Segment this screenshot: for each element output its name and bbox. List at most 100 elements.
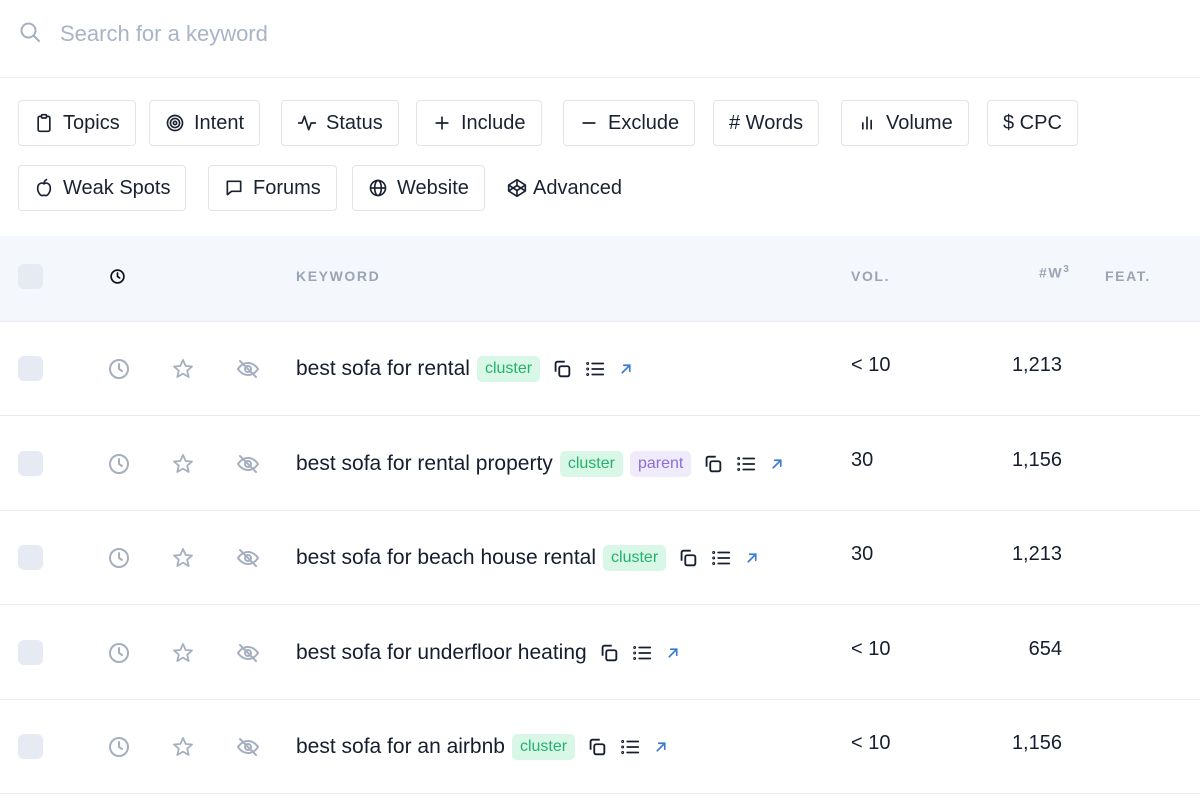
keyword-column-header[interactable]: KEYWORD <box>296 268 380 284</box>
exclude-filter-button[interactable]: Exclude <box>563 100 696 146</box>
cluster-tag[interactable]: cluster <box>511 734 576 760</box>
external-link-icon[interactable] <box>617 360 635 378</box>
list-icon[interactable] <box>631 642 653 664</box>
words-value: 1,213 <box>1011 543 1062 565</box>
clock-icon[interactable] <box>109 268 126 285</box>
list-icon[interactable] <box>710 547 732 569</box>
external-link-icon[interactable] <box>664 644 682 662</box>
words-column-header[interactable]: #W3 <box>1039 264 1070 281</box>
volume-column-header[interactable]: VOL. <box>851 268 890 284</box>
forums-filter-button[interactable]: Forums <box>208 165 337 211</box>
star-icon[interactable] <box>171 546 195 570</box>
cluster-tag[interactable]: cluster <box>603 545 667 571</box>
search-icon <box>20 22 40 42</box>
external-link-icon[interactable] <box>768 455 786 473</box>
volume-filter-label: Volume <box>886 111 953 134</box>
activity-icon <box>297 115 317 131</box>
keyword-cell: best sofa for an airbnb cluster <box>296 728 670 766</box>
keyword-cell: best sofa for underfloor heating <box>296 634 682 672</box>
copy-icon[interactable] <box>702 453 724 475</box>
website-filter-button[interactable]: Website <box>352 165 485 211</box>
status-filter-button[interactable]: Status <box>281 100 399 146</box>
words-value: 654 <box>1028 637 1062 660</box>
keyword-text: best sofa for underfloor heating <box>296 640 587 664</box>
history-clock-icon[interactable] <box>107 735 131 759</box>
star-icon[interactable] <box>171 357 195 381</box>
intent-filter-button[interactable]: Intent <box>149 100 261 146</box>
keyword-text: best sofa for an airbnb <box>296 735 505 758</box>
weak-spots-filter-label: Weak Spots <box>63 176 171 199</box>
target-icon <box>166 114 184 132</box>
keyword-text: best sofa for rental property <box>296 451 553 475</box>
cpc-filter-button[interactable]: $ CPC <box>987 100 1078 146</box>
words-header-sup: 3 <box>1063 264 1071 275</box>
keyword-cell: best sofa for beach house rental cluster <box>296 539 761 577</box>
table-row: best sofa for underfloor heating < 10 65… <box>0 606 1200 700</box>
hide-eye-off-icon[interactable] <box>236 452 260 476</box>
table-header: KEYWORD VOL. #W3 FEAT. <box>0 236 1200 322</box>
include-filter-button[interactable]: Include <box>416 100 542 146</box>
forums-filter-label: Forums <box>253 176 321 199</box>
history-clock-icon[interactable] <box>107 641 131 665</box>
copy-icon[interactable] <box>551 358 573 380</box>
list-icon[interactable] <box>735 453 757 475</box>
exclude-filter-label: Exclude <box>608 111 680 134</box>
apple-icon <box>36 178 52 197</box>
cluster-tag[interactable]: cluster <box>476 356 541 382</box>
advanced-filter-label: Advanced <box>533 176 622 199</box>
search-bar <box>0 0 1200 78</box>
table-row: best sofa for an airbnb cluster < 10 1,1… <box>0 700 1200 794</box>
list-icon[interactable] <box>584 358 606 380</box>
codepen-icon <box>507 178 527 198</box>
parent-tag[interactable]: parent <box>629 450 692 477</box>
copy-icon[interactable] <box>598 642 620 664</box>
volume-value: 30 <box>851 543 874 565</box>
star-icon[interactable] <box>171 641 195 665</box>
row-checkbox[interactable] <box>18 356 43 381</box>
star-icon[interactable] <box>171 735 195 759</box>
keyword-text: best sofa for rental <box>296 357 470 380</box>
words-value: 1,213 <box>1011 354 1062 376</box>
features-column-header[interactable]: FEAT. <box>1105 268 1151 284</box>
words-filter-button[interactable]: # Words <box>713 100 820 146</box>
cpc-filter-label: $ CPC <box>1003 111 1062 134</box>
words-value: 1,156 <box>1011 732 1062 754</box>
copy-icon[interactable] <box>677 547 699 569</box>
weak-spots-filter-button[interactable]: Weak Spots <box>18 165 187 211</box>
list-icon[interactable] <box>619 736 641 758</box>
row-checkbox[interactable] <box>18 734 43 759</box>
cluster-tag[interactable]: cluster <box>559 450 623 477</box>
bar-chart-icon <box>862 116 872 130</box>
advanced-filter-button[interactable]: Advanced <box>506 165 623 211</box>
table-row: best sofa for rental cluster < 10 1,213 <box>0 322 1200 416</box>
clipboard-icon <box>37 113 51 133</box>
hide-eye-off-icon[interactable] <box>236 735 260 759</box>
history-clock-icon[interactable] <box>107 452 131 476</box>
website-filter-label: Website <box>397 176 469 199</box>
external-link-icon[interactable] <box>743 549 761 567</box>
minus-icon <box>582 122 596 124</box>
select-all-checkbox[interactable] <box>18 264 43 289</box>
hide-eye-off-icon[interactable] <box>236 546 260 570</box>
words-value: 1,156 <box>1011 448 1062 471</box>
keyword-cell: best sofa for rental property cluster par… <box>296 445 786 483</box>
row-checkbox[interactable] <box>18 450 43 476</box>
copy-icon[interactable] <box>586 736 608 758</box>
chat-icon <box>226 180 242 196</box>
history-clock-icon[interactable] <box>107 546 131 570</box>
search-input[interactable] <box>60 14 1060 54</box>
hide-eye-off-icon[interactable] <box>236 357 260 381</box>
volume-value: < 10 <box>851 732 891 754</box>
volume-filter-button[interactable]: Volume <box>841 100 969 146</box>
hide-eye-off-icon[interactable] <box>236 641 260 665</box>
topics-filter-button[interactable]: Topics <box>18 100 136 146</box>
keyword-text: best sofa for beach house rental <box>296 546 597 569</box>
volume-value: 30 <box>851 448 874 471</box>
history-clock-icon[interactable] <box>107 357 131 381</box>
row-checkbox[interactable] <box>18 639 43 665</box>
external-link-icon[interactable] <box>652 738 670 756</box>
star-icon[interactable] <box>171 452 195 476</box>
volume-value: < 10 <box>851 354 891 376</box>
globe-icon <box>369 179 387 197</box>
row-checkbox[interactable] <box>18 545 43 570</box>
